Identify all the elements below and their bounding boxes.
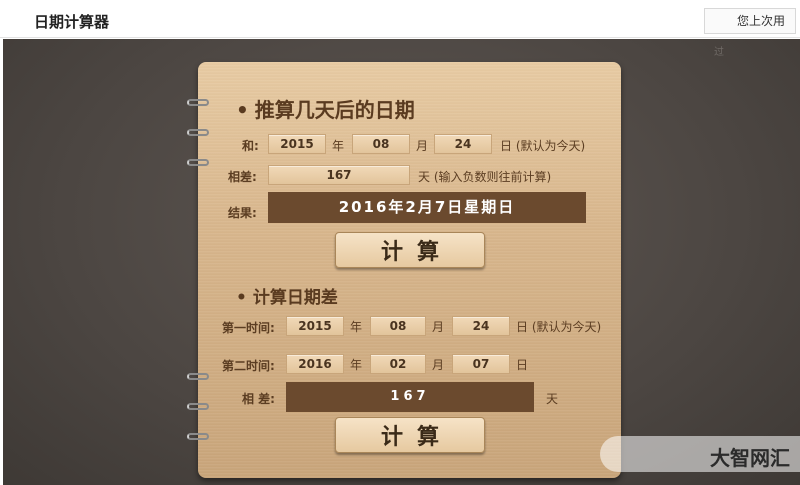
binding-ring-icon [187, 373, 209, 380]
section2-second-month-input[interactable] [370, 354, 426, 374]
section2-diff-label: 相 差: [242, 392, 275, 406]
section2-title-text: 计算日期差 [252, 288, 338, 308]
section1-diff-input[interactable] [268, 165, 410, 185]
section2-second-label: 第二时间: [222, 359, 275, 373]
section2-first-month-unit: 月 [432, 320, 445, 334]
section1-bullet: • [236, 98, 249, 122]
section1-and-label: 和: [242, 139, 259, 153]
section1-day-unit: 日 (默认为今天) [500, 139, 586, 153]
app-title: 日期计算器 [34, 13, 110, 31]
section2-second-month-unit: 月 [432, 358, 445, 372]
section1-diff-unit: 天 (输入负数则往前计算) [418, 170, 552, 184]
section2-first-year-unit: 年 [350, 320, 363, 334]
section2-calculate-button[interactable]: 计算 [335, 417, 485, 453]
binding-ring-icon [187, 99, 209, 106]
section1-diff-label: 相差: [228, 170, 257, 184]
section1-month-unit: 月 [416, 139, 429, 153]
section1-year-unit: 年 [332, 139, 345, 153]
section2-first-label: 第一时间: [222, 321, 275, 335]
binding-ring-icon [187, 403, 209, 410]
section2-diff-unit: 天 [546, 392, 559, 406]
section1-title-text: 推算几天后的日期 [254, 98, 415, 122]
section2-first-year-input[interactable] [286, 316, 344, 336]
section2-first-day-unit: 日 (默认为今天) [516, 320, 602, 334]
section2-second-day-unit: 日 [516, 358, 529, 372]
last-used-button[interactable]: 您上次用 [704, 8, 796, 34]
section2-diff-display: 167 [286, 382, 534, 412]
side-text: 过 [714, 47, 724, 58]
section1-result-display: 2016年2月7日星期日 [268, 192, 586, 223]
section2-bullet: • [236, 288, 247, 308]
watermark-text: 大智网汇 [710, 446, 790, 470]
section1-year-input[interactable] [268, 134, 326, 154]
section1-result-label: 结果: [228, 206, 257, 220]
watermark: 大智网汇 [600, 436, 800, 472]
section2-second-year-input[interactable] [286, 354, 344, 374]
section2-second-year-unit: 年 [350, 358, 363, 372]
section1-day-input[interactable] [434, 134, 492, 154]
title-bar: 日期计算器 您上次用 [0, 0, 800, 38]
binding-ring-icon [187, 159, 209, 166]
section1-month-input[interactable] [352, 134, 410, 154]
calculator-notebook: •推算几天后的日期 和: 年 月 日 (默认为今天) 相差: 天 (输入负数则往… [198, 62, 621, 478]
section2-first-day-input[interactable] [452, 316, 510, 336]
binding-ring-icon [187, 129, 209, 136]
section2-first-month-input[interactable] [370, 316, 426, 336]
section1-calculate-button[interactable]: 计算 [335, 232, 485, 268]
binding-ring-icon [187, 433, 209, 440]
section2-title: • 计算日期差 [236, 283, 338, 308]
section1-title: • 推算几天后的日期 [236, 94, 415, 123]
section2-second-day-input[interactable] [452, 354, 510, 374]
